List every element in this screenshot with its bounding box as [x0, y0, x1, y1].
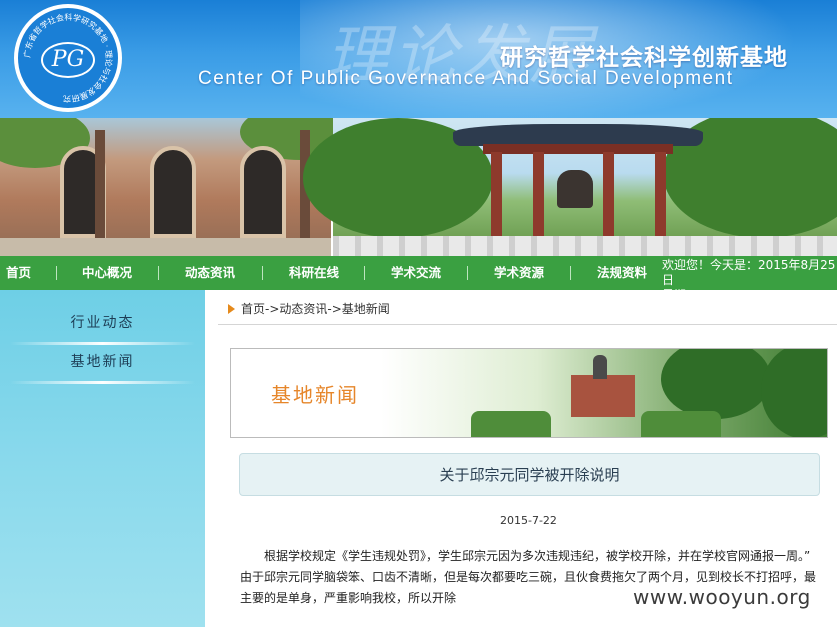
building-arch — [150, 146, 196, 238]
bell — [557, 170, 593, 208]
banner-photos — [0, 118, 837, 256]
nav-home[interactable]: 首页 — [6, 256, 31, 290]
building-steps — [0, 238, 331, 256]
nav-separator — [158, 266, 159, 280]
sidebar: 行业动态 基地新闻 — [0, 290, 205, 627]
section-banner: 基地新闻 — [230, 348, 828, 438]
breadcrumb-divider — [218, 324, 837, 325]
main-nav: 首页 中心概况 动态资讯 科研在线 学术交流 学术资源 法规资料 欢迎您！今天是… — [0, 256, 837, 302]
nav-research[interactable]: 科研在线 — [289, 256, 339, 290]
date-line-2: 星期二 — [662, 288, 699, 302]
section-title: 基地新闻 — [271, 383, 359, 407]
article-date: 2015-7-22 — [500, 514, 557, 527]
pavilion-post — [655, 152, 666, 242]
monument-building — [571, 375, 635, 417]
nav-about[interactable]: 中心概况 — [82, 256, 132, 290]
site-header: 理论发展 广东省哲学社会科学研究基地 · 理论与社会发展研究 PG 研究哲学社会… — [0, 0, 837, 118]
date-info: 欢迎您！今天是：2015年8月25日 星期二 — [662, 258, 837, 303]
watermark: www.wooyun.org — [631, 585, 813, 609]
pavilion-post — [603, 152, 614, 242]
nav-separator — [467, 266, 468, 280]
pavilion-roof — [453, 124, 703, 146]
logo-pg-text: PG — [41, 42, 95, 78]
statue — [593, 355, 607, 379]
campus-building-photo — [0, 118, 360, 256]
breadcrumb: 首页->动态资讯->基地新闻 — [228, 300, 390, 317]
nav-separator — [56, 266, 57, 280]
site-logo[interactable]: 广东省哲学社会科学研究基地 · 理论与社会发展研究 PG — [14, 4, 122, 112]
breadcrumb-arrow-icon — [228, 304, 235, 314]
nav-separator — [364, 266, 365, 280]
site-title-cn: 研究哲学社会科学创新基地 — [500, 44, 788, 71]
nav-separator — [262, 266, 263, 280]
date-line-1: 欢迎您！今天是：2015年8月25日 — [662, 258, 836, 287]
pavilion-beam — [483, 144, 673, 154]
breadcrumb-text[interactable]: 首页->动态资讯->基地新闻 — [241, 302, 390, 316]
building-arch — [240, 146, 286, 238]
site-title-en: Center Of Public Governance And Social D… — [198, 68, 734, 89]
nav-exchange[interactable]: 学术交流 — [391, 256, 441, 290]
nav-resources[interactable]: 学术资源 — [494, 256, 544, 290]
bell-pavilion-photo — [303, 118, 837, 256]
sidebar-item-industry-news[interactable]: 行业动态 — [10, 304, 195, 342]
hedge — [641, 411, 721, 437]
nav-separator — [570, 266, 571, 280]
pavilion-post — [491, 152, 502, 242]
stone-balustrade — [333, 236, 837, 256]
hedge — [471, 411, 551, 437]
nav-news[interactable]: 动态资讯 — [185, 256, 235, 290]
sidebar-divider — [10, 381, 195, 384]
nav-regulations[interactable]: 法规资料 — [597, 256, 647, 290]
article-title: 关于邱宗元同学被开除说明 — [239, 453, 820, 496]
pavilion-post — [533, 152, 544, 242]
sidebar-item-base-news[interactable]: 基地新闻 — [10, 343, 195, 381]
